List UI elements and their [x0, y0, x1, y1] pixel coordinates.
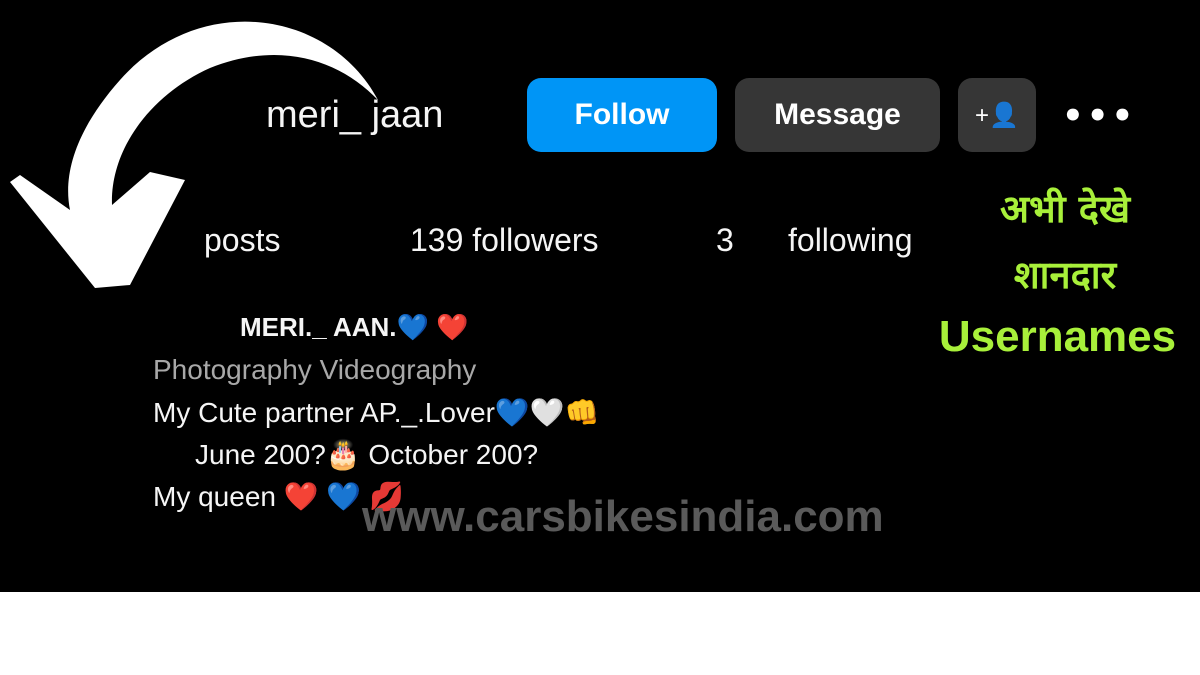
bio-line: My Cute partner AP._.Lover💙🤍👊: [153, 397, 600, 428]
bio-category: Photography Videography: [153, 354, 477, 385]
promo-line: शानदार: [1013, 253, 1117, 297]
add-user-icon[interactable]: +👤: [958, 78, 1036, 152]
profile-screenshot: meri_ jaan Follow Message +👤 ••• posts 1…: [0, 0, 1200, 592]
posts-count[interactable]: posts: [204, 222, 280, 259]
watermark: www.carsbikesindia.com: [362, 492, 884, 541]
bio-name: MERI._ AAN.💙 ❤️: [240, 312, 469, 342]
promo-line: अभी देखे: [999, 187, 1131, 231]
followers-count[interactable]: 139 followers: [410, 222, 599, 259]
following-label[interactable]: following: [788, 222, 913, 259]
more-options-icon[interactable]: •••: [1062, 96, 1136, 136]
curved-arrow-icon: [10, 21, 378, 288]
profile-username: meri_ jaan: [266, 94, 444, 136]
promo-line: Usernames: [938, 312, 1177, 361]
follow-button[interactable]: Follow: [527, 78, 717, 152]
message-button[interactable]: Message: [735, 78, 940, 152]
following-number: 3: [716, 222, 734, 258]
bio-line: June 200?🎂 October 200?: [195, 439, 539, 470]
